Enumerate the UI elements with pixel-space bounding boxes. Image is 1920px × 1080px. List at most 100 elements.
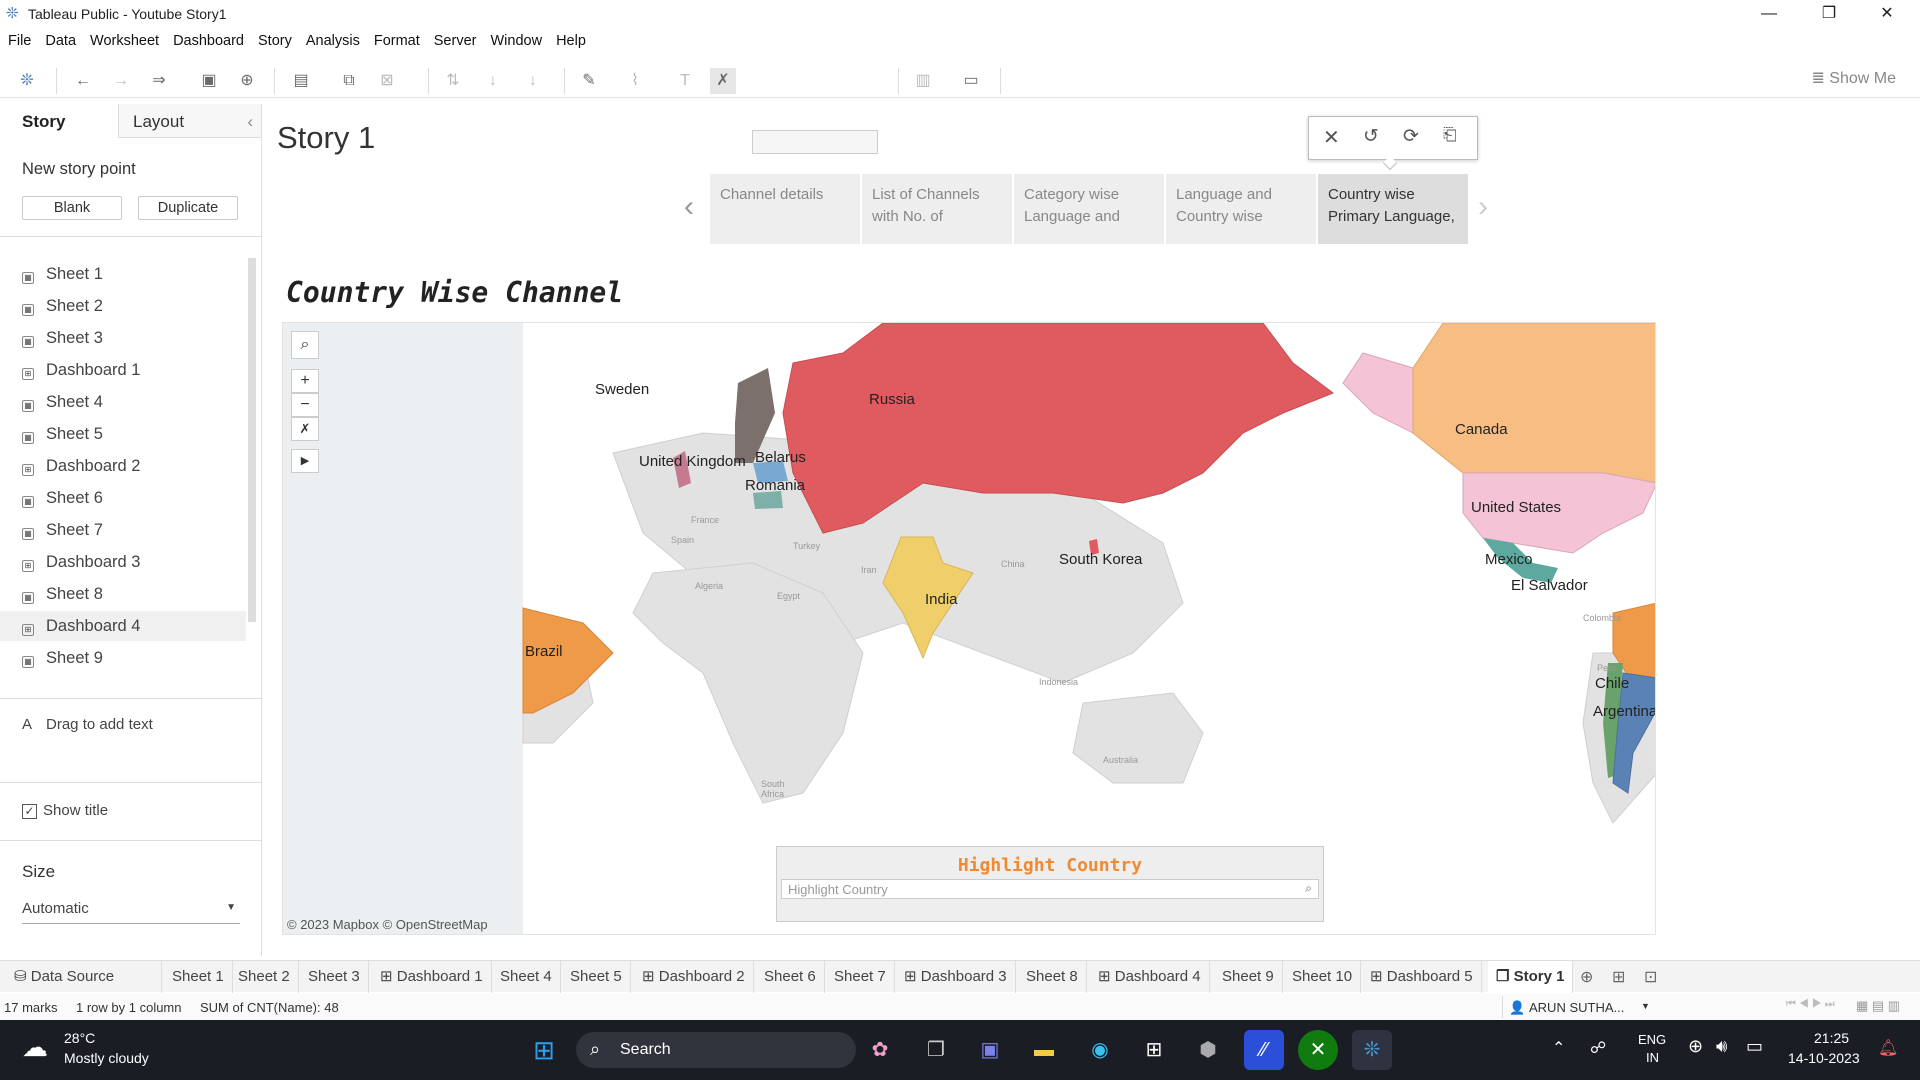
story-point[interactable]: Language and Country wise — [1166, 174, 1316, 244]
update-icon[interactable]: ⟳ — [1403, 125, 1419, 148]
save-as-new-icon[interactable]: ⎗ — [1443, 125, 1457, 145]
clock-time[interactable]: 21:25 — [1814, 1030, 1849, 1046]
windows-start-icon[interactable]: ⊞ — [524, 1030, 564, 1070]
new-dashboard-tab-icon[interactable]: ⊞ — [1612, 967, 1625, 987]
story-point[interactable]: List of Channels with No. of — [862, 174, 1012, 244]
size-dropdown[interactable]: Automatic ▼ — [22, 900, 240, 924]
reset-map-button[interactable]: ✗ — [291, 417, 319, 441]
next-story-point-icon[interactable]: › — [1478, 190, 1488, 224]
chevron-up-icon[interactable]: ⌃ — [1552, 1038, 1565, 1058]
label-icon[interactable]: T — [672, 68, 698, 94]
dashboard-item[interactable]: ⊞ Dashboard 2 — [22, 451, 252, 481]
replay-icon[interactable]: ⇒ — [146, 68, 172, 94]
tab-dashboard[interactable]: ⊞ Dashboard 1 — [372, 961, 492, 993]
zoom-in-button[interactable]: + — [291, 369, 319, 393]
view-mode-icon[interactable]: ▦ ▤ ▥ — [1856, 998, 1900, 1014]
new-story-tab-icon[interactable]: ⊡ — [1644, 967, 1657, 987]
clear-sheet-icon[interactable]: ⊠ — [374, 68, 400, 94]
tab-sheet[interactable]: Sheet 2 — [230, 961, 299, 993]
tab-story-active[interactable]: ❐ Story 1 — [1488, 961, 1574, 993]
edge-browser-icon[interactable]: ◉ — [1080, 1030, 1120, 1070]
sort-descending-icon[interactable]: ↓ — [520, 68, 546, 94]
file-explorer-icon[interactable]: ▬ — [1024, 1030, 1064, 1070]
tab-sheet[interactable]: Sheet 10 — [1284, 961, 1362, 993]
copilot-icon[interactable]: ✿ — [860, 1030, 900, 1070]
new-worksheet-tab-icon[interactable]: ⊕ — [1580, 967, 1593, 987]
tableau-taskbar-icon[interactable]: ❊ — [1352, 1030, 1392, 1070]
xbox-icon[interactable]: ✕ — [1298, 1030, 1338, 1070]
menu-data[interactable]: Data — [37, 30, 82, 49]
highlight-icon[interactable]: ✎ — [576, 68, 602, 94]
notification-bell-icon[interactable]: 🔔︎ — [1878, 1038, 1898, 1058]
map-search-button[interactable]: ⌕ — [291, 331, 319, 359]
dashboard-item[interactable]: ⊞ Dashboard 4 — [0, 611, 246, 641]
tab-sheet[interactable]: Sheet 1 — [164, 961, 233, 993]
story-point[interactable]: Category wise Language and — [1014, 174, 1164, 244]
presentation-mode-icon[interactable]: ▭ — [958, 68, 984, 94]
language-eng[interactable]: ENG — [1638, 1032, 1666, 1047]
menu-worksheet[interactable]: Worksheet — [82, 30, 165, 49]
sheet-item[interactable]: ▦ Sheet 7 — [22, 515, 252, 545]
highlight-country-input[interactable]: Highlight Country ⌕ — [781, 879, 1319, 899]
previous-story-point-icon[interactable]: ‹ — [684, 190, 694, 224]
sheet-item[interactable]: ▦ Sheet 3 — [22, 323, 252, 353]
app-icon[interactable]: ⬢ — [1188, 1030, 1228, 1070]
show-me-button[interactable]: ≣ Show Me — [1811, 68, 1896, 88]
sheet-item[interactable]: ▦ Sheet 9 — [22, 643, 252, 673]
task-view-icon[interactable]: ❐ — [916, 1030, 956, 1070]
menu-file[interactable]: File — [0, 30, 37, 49]
swap-icon[interactable]: ⇅ — [440, 68, 466, 94]
show-title-checkbox[interactable]: ✓ Show title — [22, 802, 108, 819]
new-worksheet-icon[interactable]: ▤ — [288, 68, 314, 94]
save-icon[interactable]: ▣ — [196, 68, 222, 94]
maximize-button[interactable]: ❐ — [1806, 0, 1852, 28]
sheet-navigation-icon[interactable]: ⏮ ◀ ▶ ⏭ — [1786, 998, 1835, 1011]
close-button[interactable]: ✕ — [1864, 0, 1910, 28]
dashboard-item[interactable]: ⊞ Dashboard 3 — [22, 547, 252, 577]
dashboard-item[interactable]: ⊞ Dashboard 1 — [22, 355, 252, 385]
clock-date[interactable]: 14-10-2023 — [1788, 1050, 1860, 1066]
show-cards-icon[interactable]: ▥ — [910, 68, 936, 94]
tab-dashboard[interactable]: ⊞ Dashboard 4 — [1090, 961, 1210, 993]
volume-icon[interactable]: 🔊︎ — [1716, 1036, 1727, 1057]
tab-sheet[interactable]: Sheet 6 — [756, 961, 825, 993]
tab-sheet[interactable]: Sheet 3 — [300, 961, 369, 993]
revert-icon[interactable]: ↺ — [1363, 125, 1379, 148]
sheet-item[interactable]: ▦ Sheet 5 — [22, 419, 252, 449]
sheet-item[interactable]: ▦ Sheet 8 — [22, 579, 252, 609]
collapse-pane-icon[interactable]: ‹ — [247, 112, 253, 132]
group-icon[interactable]: ⌇ — [622, 68, 648, 94]
fix-axes-icon[interactable]: ✗ — [710, 68, 736, 94]
fit-dropdown[interactable] — [752, 130, 878, 154]
duplicate-sheet-icon[interactable]: ⧉ — [336, 68, 362, 94]
tab-dashboard[interactable]: ⊞ Dashboard 5 — [1362, 961, 1482, 993]
tab-sheet[interactable]: Sheet 8 — [1018, 961, 1087, 993]
tableau-home-icon[interactable]: ❊ — [14, 68, 40, 94]
menu-help[interactable]: Help — [548, 30, 592, 49]
drag-text-object[interactable]: A Drag to add text — [22, 716, 153, 733]
new-datasource-icon[interactable]: ⊕ — [234, 68, 260, 94]
duplicate-button[interactable]: Duplicate — [138, 196, 238, 220]
network-icon[interactable]: ☍ — [1590, 1038, 1606, 1058]
tab-sheet[interactable]: Sheet 7 — [826, 961, 895, 993]
sheet-item[interactable]: ▦ Sheet 1 — [22, 259, 252, 289]
language-in[interactable]: IN — [1646, 1050, 1659, 1065]
minimize-button[interactable]: — — [1746, 0, 1792, 28]
tab-layout[interactable]: Layout ‹ — [118, 104, 262, 138]
app-icon[interactable]: ⁄⁄ — [1244, 1030, 1284, 1070]
sheet-item[interactable]: ▦ Sheet 6 — [22, 483, 252, 513]
tab-story[interactable]: Story — [22, 112, 65, 132]
menu-story[interactable]: Story — [250, 30, 298, 49]
tab-sheet[interactable]: Sheet 4 — [492, 961, 561, 993]
globe-icon[interactable]: ⊕ — [1688, 1036, 1703, 1057]
blank-button[interactable]: Blank — [22, 196, 122, 220]
teams-icon[interactable]: ▣ — [970, 1030, 1010, 1070]
menu-format[interactable]: Format — [366, 30, 426, 49]
menu-dashboard[interactable]: Dashboard — [165, 30, 250, 49]
sheet-item[interactable]: ▦ Sheet 4 — [22, 387, 252, 417]
zoom-out-button[interactable]: − — [291, 393, 319, 417]
user-menu[interactable]: 👤 ARUN SUTHA... ▼ — [1502, 996, 1656, 1018]
map-view[interactable]: Sweden Russia United Kingdom Belarus Rom… — [282, 322, 1656, 935]
undo-icon[interactable]: ← — [70, 68, 96, 94]
tab-dashboard[interactable]: ⊞ Dashboard 2 — [634, 961, 754, 993]
